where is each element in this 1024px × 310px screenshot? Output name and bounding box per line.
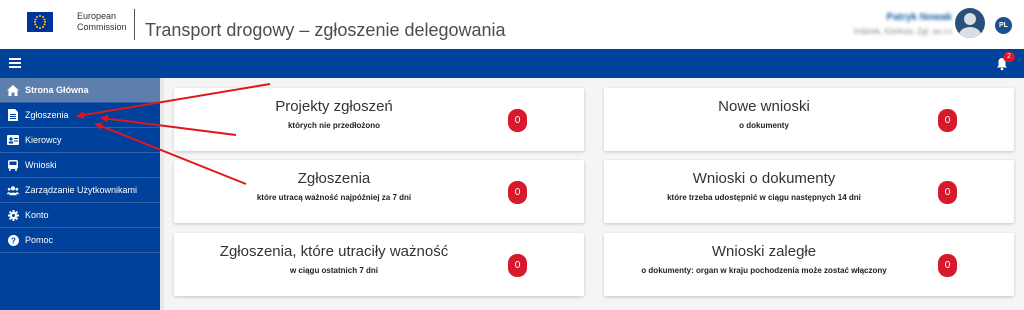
sidebar-item-label: Strona Główna [25, 85, 89, 95]
card-draft-notifications[interactable]: Projekty zgłoszeń których nie przedłożon… [174, 88, 584, 151]
sidebar-item-zarzadzanie-uzytkownikami[interactable]: Zarządzanie Użytkownikami [0, 178, 160, 203]
count-badge: 0 [938, 181, 957, 204]
avatar-head [964, 13, 976, 25]
org-line-2: Commission [77, 22, 127, 32]
card-expired-notifications[interactable]: Zgłoszenia, które utraciły ważność w cią… [174, 233, 584, 296]
sidebar: Strona Główna Zgłoszenia Kierowcy Wniosk… [0, 78, 160, 310]
organization-name: European Commission [77, 11, 127, 33]
sidebar-item-pomoc[interactable]: ? Pomoc [0, 228, 160, 253]
help-icon: ? [7, 234, 19, 246]
card-new-requests[interactable]: Nowe wnioski o dokumenty 0 [604, 88, 1014, 151]
avatar[interactable] [955, 8, 985, 38]
id-card-icon [7, 134, 19, 146]
card-title: Wnioski o dokumenty [692, 170, 836, 187]
sidebar-item-konto[interactable]: Konto [0, 203, 160, 228]
sidebar-item-label: Zgłoszenia [25, 110, 69, 120]
card-subtitle: które trzeba udostępnić w ciągu następny… [667, 193, 861, 202]
count-badge: 0 [938, 109, 957, 132]
card-document-requests[interactable]: Wnioski o dokumenty które trzeba udostęp… [604, 160, 1014, 223]
svg-text:?: ? [11, 236, 16, 245]
card-subtitle: w ciągu ostatnich 7 dni [289, 266, 378, 275]
european-commission-logo[interactable]: European Commission [27, 11, 127, 33]
sidebar-item-label: Wnioski [25, 160, 57, 170]
card-subtitle: które utracą ważność najpóźniej za 7 dni [256, 193, 412, 202]
sidebar-item-label: Pomoc [25, 235, 54, 245]
card-title: Zgłoszenia, które utraciły ważność [219, 243, 449, 260]
eu-flag-icon [27, 12, 53, 32]
document-icon [7, 109, 19, 121]
count-badge: 0 [938, 254, 957, 277]
card-title: Zgłoszenia [297, 170, 371, 187]
bus-icon [7, 159, 19, 171]
card-title: Projekty zgłoszeń [275, 98, 393, 115]
card-subtitle: których nie przedłożono [287, 121, 380, 130]
sidebar-item-home[interactable]: Strona Główna [0, 78, 160, 103]
sidebar-item-zgloszenia[interactable]: Zgłoszenia [0, 103, 160, 128]
avatar-body [959, 27, 981, 38]
gear-icon [7, 209, 19, 221]
notification-count-badge: 2 [1003, 52, 1015, 62]
card-title: Nowe wnioski [718, 98, 810, 115]
org-line-1: European [77, 11, 117, 21]
users-icon [7, 184, 19, 196]
page: European Commission Transport drogowy – … [0, 0, 1024, 310]
dashboard-content: Projekty zgłoszeń których nie przedłożon… [164, 78, 1024, 310]
language-selector[interactable]: PL [995, 17, 1012, 34]
sidebar-item-label: Kierowcy [25, 135, 62, 145]
menu-toggle-icon[interactable] [9, 58, 21, 68]
header: European Commission Transport drogowy – … [0, 0, 1024, 49]
count-badge: 0 [508, 254, 527, 277]
card-subtitle: o dokumenty [739, 121, 789, 130]
card-expiring-notifications[interactable]: Zgłoszenia które utracą ważność najpóźni… [174, 160, 584, 223]
sidebar-item-wnioski[interactable]: Wnioski [0, 153, 160, 178]
user-name: Patryk Nowak [886, 12, 952, 23]
home-icon [7, 84, 19, 96]
top-navigation-bar: 2 [0, 49, 1024, 78]
card-subtitle: o dokumenty: organ w kraju pochodzenia m… [641, 266, 887, 275]
card-title: Wnioski zaległe [711, 243, 817, 260]
card-overdue-requests[interactable]: Wnioski zaległe o dokumenty: organ w kra… [604, 233, 1014, 296]
count-badge: 0 [508, 181, 527, 204]
app-title: Transport drogowy – zgłoszenie delegowan… [145, 20, 506, 40]
sidebar-item-label: Zarządzanie Użytkownikami [25, 185, 138, 195]
sidebar-item-kierowcy[interactable]: Kierowcy [0, 128, 160, 153]
user-organization: Imbirek, Kierkow, Zgl. se.r.o [853, 27, 952, 36]
sidebar-item-label: Konto [25, 210, 49, 220]
header-divider [134, 9, 135, 40]
count-badge: 0 [508, 109, 527, 132]
user-info[interactable]: Patryk Nowak Imbirek, Kierkow, Zgl. se.r… [854, 12, 952, 36]
